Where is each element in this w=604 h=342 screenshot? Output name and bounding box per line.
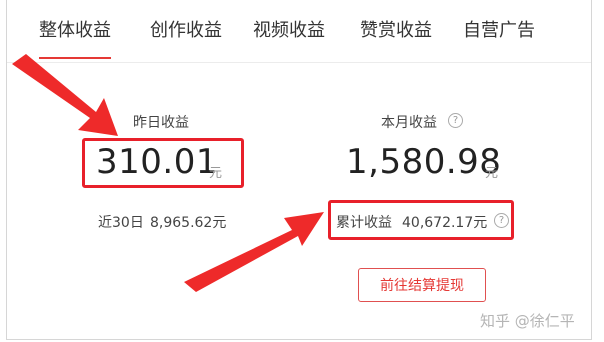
annotation-arrows [12, 54, 324, 292]
arrow-icon [184, 212, 324, 292]
arrow-icon [12, 54, 118, 136]
